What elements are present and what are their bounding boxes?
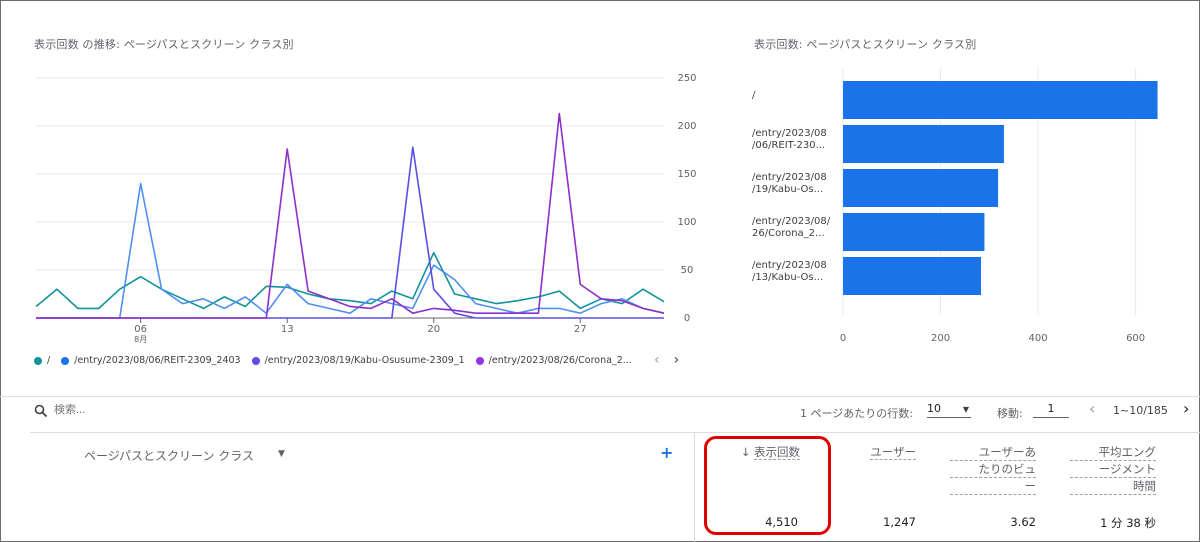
legend-dot-icon [475, 356, 484, 365]
legend-dot-icon [61, 356, 70, 365]
rows-per-page-select[interactable]: 10 ▼ [927, 402, 971, 418]
bar-chart-title: 表示回数: ページパスとスクリーン クラス別 [754, 38, 977, 51]
col-header-avg-engagement[interactable]: 平均エング ージメント 時間 [1070, 444, 1156, 495]
x-tick-label: 200 [931, 333, 950, 344]
y-tick-label: 50 [681, 265, 694, 276]
prev-page-button[interactable]: ‹ [1089, 399, 1095, 418]
total-users: 1,247 [883, 515, 916, 529]
line-chart-title: 表示回数 の推移: ページパスとスクリーン クラス別 [34, 38, 294, 51]
series-line [36, 112, 665, 319]
legend-prev-button[interactable]: ‹ [654, 352, 660, 368]
bar [843, 81, 1158, 119]
table-column-divider [694, 433, 695, 542]
legend-label: /entry/2023/08/06/REIT-2309_2403 [74, 355, 241, 366]
bar [843, 257, 982, 295]
rows-per-page-value: 10 [927, 402, 941, 415]
x-tick-label: 27 [574, 324, 587, 335]
total-avg-engagement: 1 分 38 秒 [1100, 516, 1156, 530]
caret-down-icon: ▼ [962, 405, 969, 414]
legend-item[interactable]: /entry/2023/08/19/Kabu-Osusume-2309_1 [251, 355, 465, 366]
legend-pager: ‹ › [654, 352, 693, 368]
legend-dot-icon [251, 356, 260, 365]
col-header-users[interactable]: ユーザー [836, 444, 916, 460]
x-tick-label: 0 [840, 333, 846, 344]
table-header-divider [30, 432, 1200, 433]
table-toolbar: 1 ページあたりの行数: 10 ▼ 移動: 1 ‹ 1~10/185 › [0, 398, 1200, 428]
y-tick-label: 100 [677, 217, 696, 228]
bar-category-label: /06/REIT-230... [752, 140, 825, 151]
next-page-button[interactable]: › [1183, 399, 1189, 418]
x-month-label: 8月 [134, 335, 147, 344]
bar [843, 169, 999, 207]
bar-category-label: /entry/2023/08 [752, 260, 827, 271]
dimension-header[interactable]: ページパスとスクリーン クラス [84, 447, 254, 464]
total-views-per-user: 3.62 [1010, 515, 1036, 529]
col-header-users-label: ユーザー [870, 445, 916, 460]
add-dimension-button[interactable]: + [660, 443, 673, 462]
y-tick-label: 150 [677, 169, 696, 180]
goto-input[interactable]: 1 [1033, 402, 1069, 418]
legend-dot-icon [34, 356, 42, 365]
line-chart-legend: / /entry/2023/08/06/REIT-2309_2403 /entr… [34, 355, 694, 371]
y-tick-label: 250 [677, 73, 696, 84]
bar-category-label: /entry/2023/08 [752, 128, 827, 139]
bar [843, 125, 1004, 163]
col-header-line: 時間 [1070, 478, 1156, 495]
highlight-annotation [704, 436, 831, 535]
goto-label: 移動: [997, 407, 1023, 420]
bar-category-label: /entry/2023/08/ [752, 216, 831, 227]
series-line [35, 251, 665, 310]
col-header-line: ユーザーあ [950, 444, 1036, 461]
col-header-line: たりのビュ [950, 461, 1036, 478]
rows-per-page-label: 1 ページあたりの行数: [800, 407, 913, 420]
col-header-line: 平均エング [1070, 444, 1156, 461]
bar-category-label: /entry/2023/08 [752, 172, 827, 183]
x-tick-label: 20 [427, 324, 440, 335]
search-icon [34, 404, 48, 418]
series-line [36, 146, 664, 319]
bar-category-label: 26/Corona_2... [752, 228, 825, 239]
x-tick-label: 400 [1029, 333, 1048, 344]
dimension-dropdown-icon[interactable]: ▼ [278, 449, 285, 459]
legend-next-button[interactable]: › [674, 352, 680, 368]
bar-category-label: / [752, 90, 756, 101]
bar-category-label: /19/Kabu-Os... [752, 184, 823, 195]
bar-chart: 0 200 400 600 / /entry/2023/08/06/REIT-230...… [752, 68, 1158, 344]
y-tick-label: 0 [684, 313, 690, 324]
legend-label: / [47, 355, 51, 366]
bar [843, 213, 985, 251]
col-header-line: ージメント [1070, 461, 1156, 478]
legend-label: /entry/2023/08/26/Corona_2... [488, 355, 632, 366]
legend-item[interactable]: / [34, 355, 50, 366]
bar-category-label: /13/Kabu-Os... [752, 272, 823, 283]
x-tick-label: 13 [281, 324, 294, 335]
search-input[interactable] [54, 404, 254, 416]
divider [0, 396, 1200, 397]
legend-item[interactable]: /entry/2023/08/26/Corona_2... [475, 355, 632, 366]
line-chart: 250 200 150 100 50 0 06 13 20 27 8月 [35, 73, 697, 344]
legend-item[interactable]: /entry/2023/08/06/REIT-2309_2403 [61, 355, 241, 366]
x-tick-label: 600 [1126, 333, 1145, 344]
legend-label: /entry/2023/08/19/Kabu-Osusume-2309_1 [264, 355, 465, 366]
col-header-views-per-user[interactable]: ユーザーあ たりのビュ ー [950, 444, 1036, 495]
page-range: 1~10/185 [1113, 404, 1168, 417]
y-tick-label: 200 [677, 121, 696, 132]
x-tick-label: 06 [134, 324, 147, 335]
col-header-line: ー [950, 478, 1036, 495]
